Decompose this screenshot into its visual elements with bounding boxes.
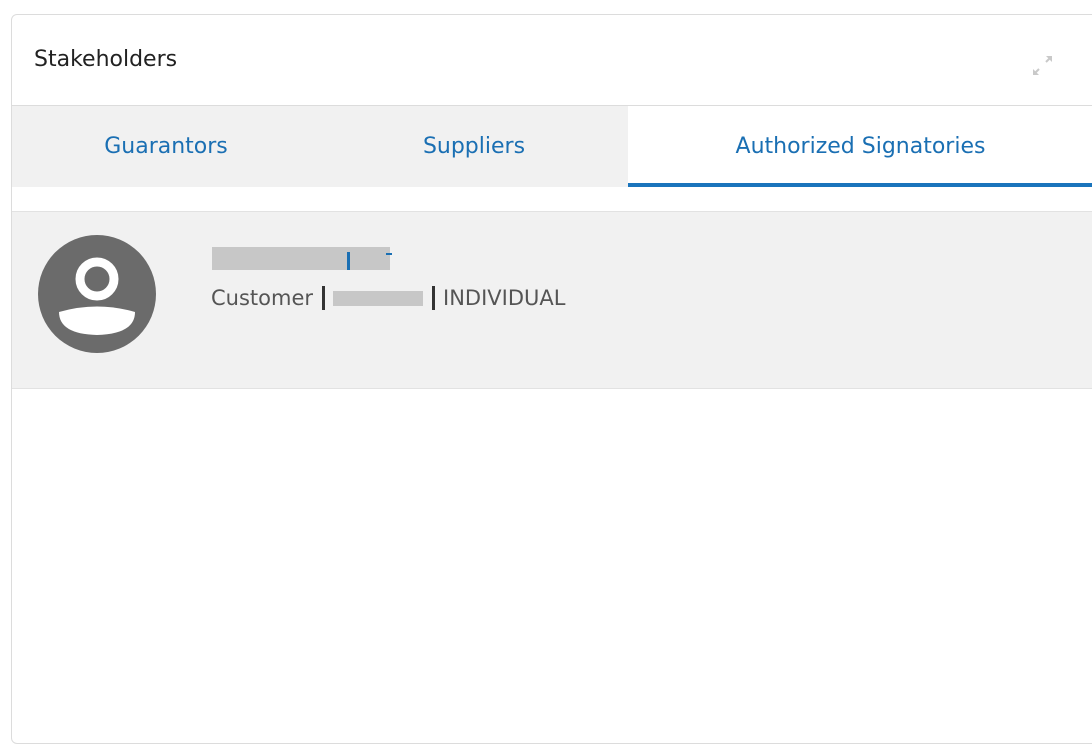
tab-authorized-signatories[interactable]: Authorized Signatories — [628, 106, 1092, 187]
signatory-meta: Customer INDIVIDUAL — [211, 286, 565, 310]
signatory-id-redacted — [333, 290, 424, 306]
user-avatar-icon — [37, 235, 157, 353]
stakeholders-panel: Stakeholders Guarantors Suppliers Author… — [11, 14, 1092, 744]
signatory-card[interactable]: Customer INDIVIDUAL — [12, 211, 1092, 389]
signatory-type: INDIVIDUAL — [443, 286, 566, 310]
signatory-name-redacted[interactable] — [212, 247, 390, 270]
tab-guarantors[interactable]: Guarantors — [12, 106, 320, 187]
signatory-name-link-fragment — [347, 252, 350, 270]
expand-icon[interactable] — [1030, 53, 1054, 77]
signatory-name-link-fragment-2 — [386, 253, 392, 255]
separator — [432, 286, 436, 310]
panel-title: Stakeholders — [34, 47, 178, 72]
tab-suppliers[interactable]: Suppliers — [320, 106, 628, 187]
signatory-role: Customer — [211, 286, 314, 310]
separator — [322, 286, 326, 310]
stakeholder-tabs: Guarantors Suppliers Authorized Signator… — [12, 106, 1092, 187]
panel-header: Stakeholders — [12, 15, 1092, 106]
